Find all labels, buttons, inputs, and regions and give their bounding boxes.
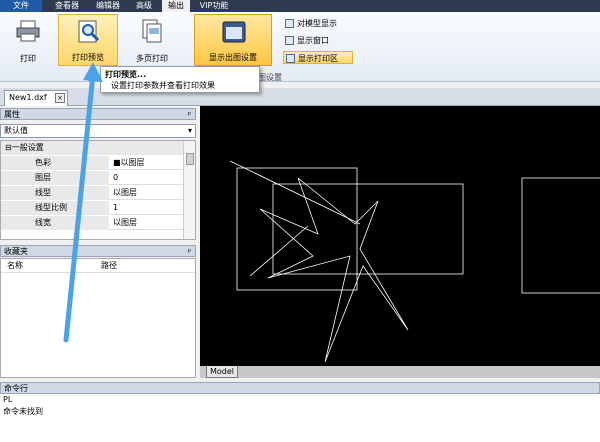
drawing-rectangle xyxy=(272,183,464,275)
command-line: PL xyxy=(3,395,13,404)
drawing-geometry xyxy=(229,160,600,363)
chevron-down-icon: ▾ xyxy=(187,126,192,135)
property-value: 1 xyxy=(113,203,119,212)
model-display-label: 对模型显示 xyxy=(297,19,337,28)
show-print-area-option[interactable]: 显示打印区 xyxy=(283,51,353,64)
column-header-name[interactable]: 名称 xyxy=(7,259,23,273)
menu-tab-editor[interactable]: 编辑器 xyxy=(90,0,126,12)
property-value: 以图层 xyxy=(113,218,137,227)
drawing-canvas[interactable] xyxy=(200,106,600,366)
show-print-area-label: 显示打印区 xyxy=(298,54,338,63)
property-value: ■以图层 xyxy=(113,158,145,167)
model-display-option[interactable]: 对模型显示 xyxy=(283,17,353,30)
menu-tab-output[interactable]: 输出 xyxy=(162,0,190,12)
show-window-icon xyxy=(285,36,294,45)
show-window-option[interactable]: 显示窗口 xyxy=(283,34,353,47)
property-value: 以图层 xyxy=(113,188,137,197)
print-preview-tooltip: 打印预览... 设置打印参数并查看打印效果 xyxy=(100,66,260,93)
menu-bar: 文件 查看器 编辑器 高级 输出 VIP功能 xyxy=(0,0,600,12)
show-layout-label: 显示出图设置 xyxy=(209,53,257,62)
menu-file[interactable]: 文件 xyxy=(0,0,42,12)
model-display-icon xyxy=(285,19,294,28)
command-panel-title: 命令行 xyxy=(0,382,600,394)
magnifier-icon xyxy=(78,20,100,43)
show-layout-settings-button[interactable]: 显示出图设置 xyxy=(194,14,272,66)
drawing-rectangle xyxy=(521,177,600,294)
layout-window-icon xyxy=(222,21,246,43)
print-label: 打印 xyxy=(20,54,36,63)
show-window-label: 显示窗口 xyxy=(297,36,329,45)
drawing-line xyxy=(229,160,361,225)
drawing-star-polyline xyxy=(259,177,409,363)
menu-tab-viewer[interactable]: 查看器 xyxy=(48,0,86,12)
property-value: 0 xyxy=(113,173,119,182)
tooltip-description: 设置打印参数并查看打印效果 xyxy=(111,81,215,90)
drawing-line xyxy=(249,225,309,277)
show-print-area-icon xyxy=(286,54,295,63)
favorites-title-label: 收藏夹 xyxy=(4,247,28,256)
multi-page-label: 多页打印 xyxy=(136,54,168,63)
menu-tab-advanced[interactable]: 高级 xyxy=(130,0,158,12)
printer-icon xyxy=(16,20,40,42)
print-preview-button[interactable]: 打印预览 xyxy=(58,14,118,66)
scrollbar-thumb[interactable] xyxy=(186,153,194,165)
model-tab[interactable]: Model xyxy=(206,366,238,378)
command-output[interactable]: PL 命令未找到 xyxy=(0,394,600,442)
tooltip-title: 打印预览... xyxy=(105,70,147,79)
print-button[interactable]: 打印 xyxy=(8,14,48,66)
properties-select-value: 默认值 xyxy=(4,126,28,135)
properties-scrollbar[interactable] xyxy=(183,141,195,239)
properties-title-label: 属性 xyxy=(4,110,20,119)
document-tab-label: New1.dxf xyxy=(9,93,47,102)
command-line: 命令未找到 xyxy=(3,407,43,416)
annotation-arrow-icon xyxy=(63,62,103,343)
layout-tab-strip: Model xyxy=(200,366,600,378)
multi-page-print-button[interactable]: 多页打印 xyxy=(128,14,176,66)
multi-page-icon xyxy=(142,19,162,43)
pin-icon[interactable]: ᵖ xyxy=(188,246,191,258)
menu-tab-vip[interactable]: VIP功能 xyxy=(194,0,234,12)
pin-icon[interactable]: ᵖ xyxy=(188,109,191,121)
